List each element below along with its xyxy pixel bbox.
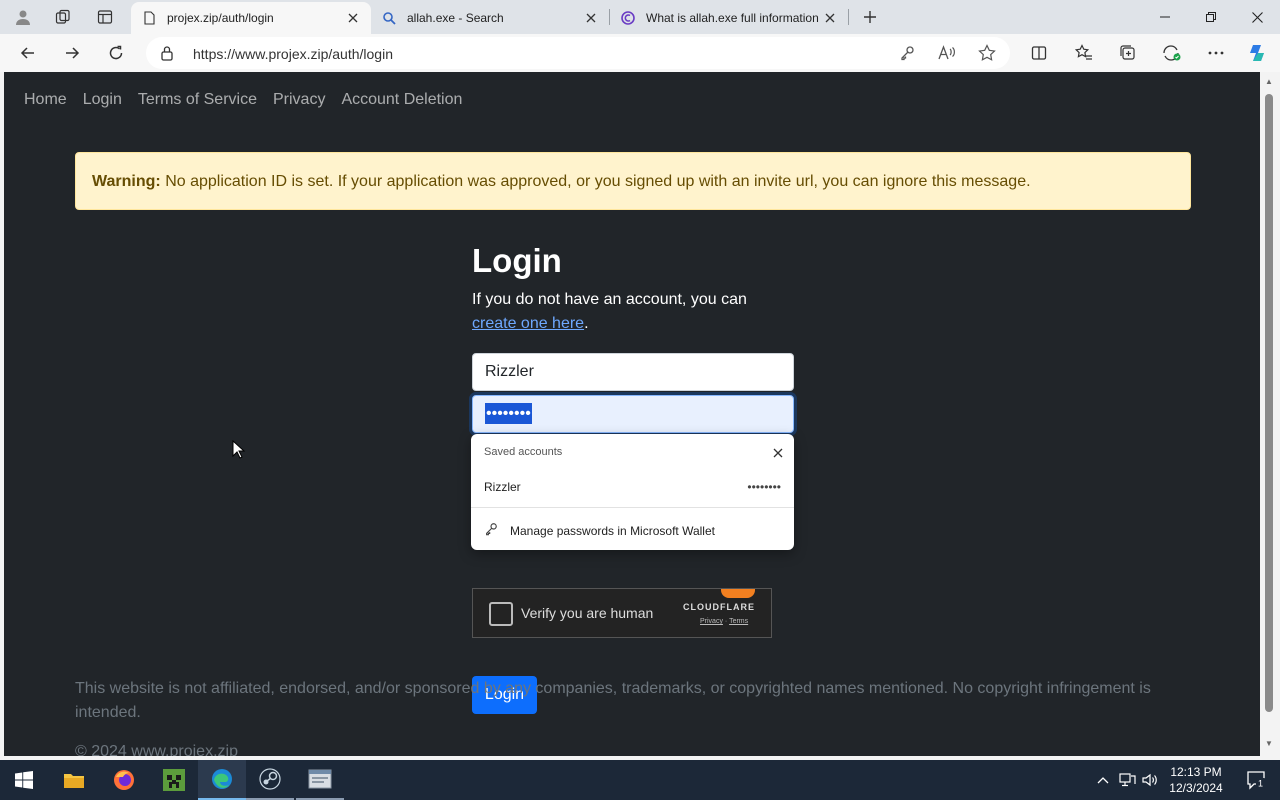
footer-disclaimer: This website is not affiliated, endorsed… <box>75 680 1151 721</box>
lock-icon[interactable] <box>160 45 174 66</box>
address-bar[interactable]: https://www.projex.zip/auth/login <box>146 37 1010 69</box>
nav-account-deletion[interactable]: Account Deletion <box>341 91 462 109</box>
scroll-up-icon[interactable]: ▲ <box>1264 76 1274 86</box>
scroll-down-icon[interactable]: ▼ <box>1264 738 1274 748</box>
key-icon <box>484 522 498 539</box>
close-tab-icon[interactable] <box>820 8 840 28</box>
login-subtitle: If you do not have an account, you can c… <box>472 288 794 336</box>
site-nav: Home Login Terms of Service Privacy Acco… <box>24 91 478 109</box>
nav-login[interactable]: Login <box>83 91 122 109</box>
profile-icon[interactable] <box>8 4 38 30</box>
notifications-icon[interactable]: 1 <box>1236 760 1276 800</box>
cf-terms-link[interactable]: Terms <box>729 618 748 625</box>
clock-date: 12/3/2024 <box>1169 781 1223 795</box>
workspaces-icon[interactable] <box>48 4 78 30</box>
verify-checkbox[interactable] <box>489 602 513 626</box>
key-icon[interactable] <box>896 43 918 63</box>
app-window-icon[interactable] <box>296 760 344 800</box>
subtitle-suffix: . <box>584 315 589 332</box>
close-tab-icon[interactable] <box>343 8 363 28</box>
tab-title: allah.exe - Search <box>407 11 504 25</box>
favorites-icon[interactable] <box>1068 38 1100 68</box>
footer-copyright: © 2024 www.projex.zip <box>75 743 238 756</box>
show-hidden-icons-icon[interactable] <box>1094 760 1112 800</box>
saved-account-username: Rizzler <box>484 480 521 494</box>
tab-title: projex.zip/auth/login <box>167 11 274 25</box>
cloudflare-turnstile: Verify you are human CLOUDFLARE Privacy … <box>472 588 772 638</box>
login-title: Login <box>472 242 562 279</box>
collections-icon[interactable] <box>1112 38 1144 68</box>
nav-privacy[interactable]: Privacy <box>273 91 325 109</box>
forward-icon[interactable] <box>56 38 88 68</box>
cf-privacy-link[interactable]: Privacy <box>700 618 723 625</box>
close-window-icon[interactable] <box>1234 0 1280 34</box>
web-page: Home Login Terms of Service Privacy Acco… <box>4 72 1260 756</box>
split-screen-icon[interactable] <box>1023 38 1055 68</box>
search-icon <box>381 10 397 26</box>
warning-alert: Warning: No application ID is set. If yo… <box>75 152 1191 210</box>
read-aloud-icon[interactable] <box>936 43 958 63</box>
restore-icon[interactable] <box>1188 0 1234 34</box>
volume-icon[interactable] <box>1140 760 1160 800</box>
cloudflare-brand: CLOUDFLARE <box>683 602 755 612</box>
more-options-icon[interactable] <box>1200 38 1232 68</box>
popup-header: Saved accounts <box>484 446 563 458</box>
saved-account-item[interactable]: Rizzler •••••••• <box>471 472 794 502</box>
favorite-star-icon[interactable] <box>976 43 998 63</box>
page-scrollbar[interactable]: ▲ ▼ <box>1260 72 1280 756</box>
tab-separator <box>848 9 849 25</box>
file-explorer-icon[interactable] <box>50 760 98 800</box>
create-account-link[interactable]: create one here <box>472 315 584 332</box>
manage-passwords-label: Manage passwords in Microsoft Wallet <box>510 523 715 538</box>
browser-toolbar: https://www.projex.zip/auth/login <box>0 34 1280 72</box>
copilot-icon[interactable] <box>1242 38 1274 68</box>
firefox-icon[interactable] <box>100 760 148 800</box>
mouse-cursor-icon <box>232 439 246 465</box>
page-icon <box>141 10 157 26</box>
system-clock[interactable]: 12:13 PM 12/3/2024 <box>1160 764 1232 796</box>
scroll-thumb[interactable] <box>1265 94 1273 712</box>
saved-accounts-popup: Saved accounts Rizzler •••••••• Manage p… <box>471 434 794 550</box>
refresh-icon[interactable] <box>100 38 132 68</box>
verify-label: Verify you are human <box>521 605 654 621</box>
new-tab-icon[interactable] <box>855 4 885 30</box>
subtitle-text: If you do not have an account, you can <box>472 291 747 308</box>
saved-account-password: •••••••• <box>747 480 781 494</box>
tab-title: What is allah.exe full information <box>646 11 819 25</box>
warning-label: Warning: <box>92 173 161 190</box>
notification-count: 1 <box>1258 779 1263 789</box>
start-menu-icon[interactable] <box>0 760 48 800</box>
login-form: Login If you do not have an account, you… <box>472 242 794 714</box>
steam-icon[interactable] <box>246 760 294 800</box>
username-input[interactable]: Rizzler <box>472 353 794 391</box>
popup-divider <box>471 507 794 508</box>
minecraft-icon[interactable] <box>150 760 198 800</box>
warning-text: No application ID is set. If your applic… <box>165 173 1031 190</box>
clock-time: 12:13 PM <box>1170 765 1222 779</box>
network-icon[interactable] <box>1117 760 1137 800</box>
tab-projex-login[interactable]: projex.zip/auth/login <box>131 2 371 34</box>
close-tab-icon[interactable] <box>581 8 601 28</box>
url-text[interactable]: https://www.projex.zip/auth/login <box>193 46 393 62</box>
cf-link-separator: · <box>724 618 728 625</box>
edge-icon[interactable] <box>198 760 246 800</box>
vertical-tabs-icon[interactable] <box>90 4 120 30</box>
browser-essentials-icon[interactable] <box>1156 38 1188 68</box>
tab-allah-info[interactable]: What is allah.exe full information <box>610 2 848 34</box>
browser-tab-strip: projex.zip/auth/login allah.exe - Search… <box>0 0 1280 34</box>
close-popup-icon[interactable] <box>769 444 787 462</box>
back-icon[interactable] <box>12 38 44 68</box>
cloudflare-links: Privacy · Terms <box>700 618 748 625</box>
nav-terms[interactable]: Terms of Service <box>138 91 257 109</box>
nav-home[interactable]: Home <box>24 91 67 109</box>
taskbar: 12:13 PM 12/3/2024 1 <box>0 760 1280 800</box>
password-value: •••••••• <box>485 403 532 424</box>
site-logo-icon <box>620 10 636 26</box>
password-input[interactable]: •••••••• <box>472 395 794 433</box>
manage-passwords-item[interactable]: Manage passwords in Microsoft Wallet <box>484 522 715 539</box>
tab-allah-search[interactable]: allah.exe - Search <box>371 2 609 34</box>
cloudflare-logo-icon <box>721 589 755 598</box>
minimize-icon[interactable] <box>1142 0 1188 34</box>
